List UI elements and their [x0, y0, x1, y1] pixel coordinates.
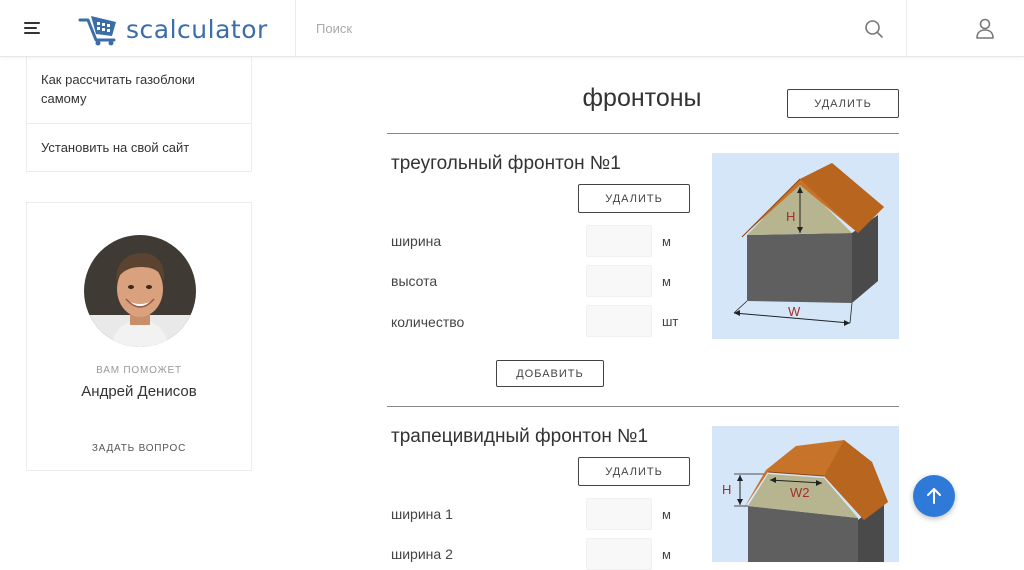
- helper-card: ВАМ ПОМОЖЕТ Андрей Денисов ЗАДАТЬ ВОПРОС: [26, 202, 252, 471]
- helper-label: ВАМ ПОМОЖЕТ: [96, 365, 182, 376]
- field-label: ширина 1: [391, 506, 453, 522]
- field-label: ширина: [391, 233, 442, 249]
- w-dimension-label: W: [788, 304, 801, 319]
- calculator-cart-icon: [78, 16, 116, 46]
- delete-section-button[interactable]: УДАЛИТЬ: [578, 457, 690, 486]
- field-label: количество: [391, 314, 465, 330]
- avatar: [84, 235, 196, 347]
- logo[interactable]: scalculator: [78, 12, 268, 46]
- unit-label: м: [662, 274, 671, 289]
- unit-label: м: [662, 234, 671, 249]
- menu-icon[interactable]: [24, 22, 42, 36]
- w2-dimension-label: W2: [790, 485, 810, 500]
- trapezoid-gable-diagram: H W2: [712, 426, 899, 562]
- field-label: ширина 2: [391, 546, 453, 562]
- scroll-to-top-button[interactable]: [913, 475, 955, 517]
- width1-input[interactable]: [586, 498, 652, 530]
- delete-all-button[interactable]: УДАЛИТЬ: [787, 89, 899, 118]
- section-title: треугольный фронтон №1: [391, 153, 621, 174]
- sidebar-links-card: Как рассчитать газоблоки самому Установи…: [26, 50, 252, 172]
- unit-label: м: [662, 547, 671, 562]
- h-dimension-label: H: [722, 482, 731, 497]
- unit-label: м: [662, 507, 671, 522]
- height-input[interactable]: [586, 265, 652, 297]
- sidebar-link-aerated-blocks[interactable]: Как рассчитать газоблоки самому: [27, 70, 237, 108]
- unit-label: шт: [662, 314, 679, 329]
- delete-section-button[interactable]: УДАЛИТЬ: [578, 184, 690, 213]
- ask-question-link[interactable]: ЗАДАТЬ ВОПРОС: [27, 443, 251, 454]
- divider: [27, 123, 251, 124]
- helper-name: Андрей Денисов: [81, 383, 197, 400]
- search-icon[interactable]: [864, 19, 884, 39]
- field-label: высота: [391, 273, 438, 289]
- width-input[interactable]: [586, 225, 652, 257]
- search-input[interactable]: [296, 0, 906, 57]
- quantity-input[interactable]: [586, 305, 652, 337]
- divider: [387, 133, 899, 134]
- top-bar: scalculator: [0, 0, 1024, 57]
- add-button[interactable]: ДОБАВИТЬ: [496, 360, 604, 387]
- sidebar-link-install-widget[interactable]: Установить на свой сайт: [27, 138, 237, 157]
- width2-input[interactable]: [586, 538, 652, 570]
- logo-text: scalculator: [126, 14, 268, 44]
- arrow-up-icon: [927, 488, 941, 504]
- triangular-gable-diagram: H W: [712, 153, 899, 339]
- user-icon[interactable]: [975, 18, 995, 40]
- section-title: трапецивидный фронтон №1: [391, 426, 649, 447]
- divider: [387, 406, 899, 407]
- divider: [906, 0, 907, 57]
- h-dimension-label: H: [786, 209, 795, 224]
